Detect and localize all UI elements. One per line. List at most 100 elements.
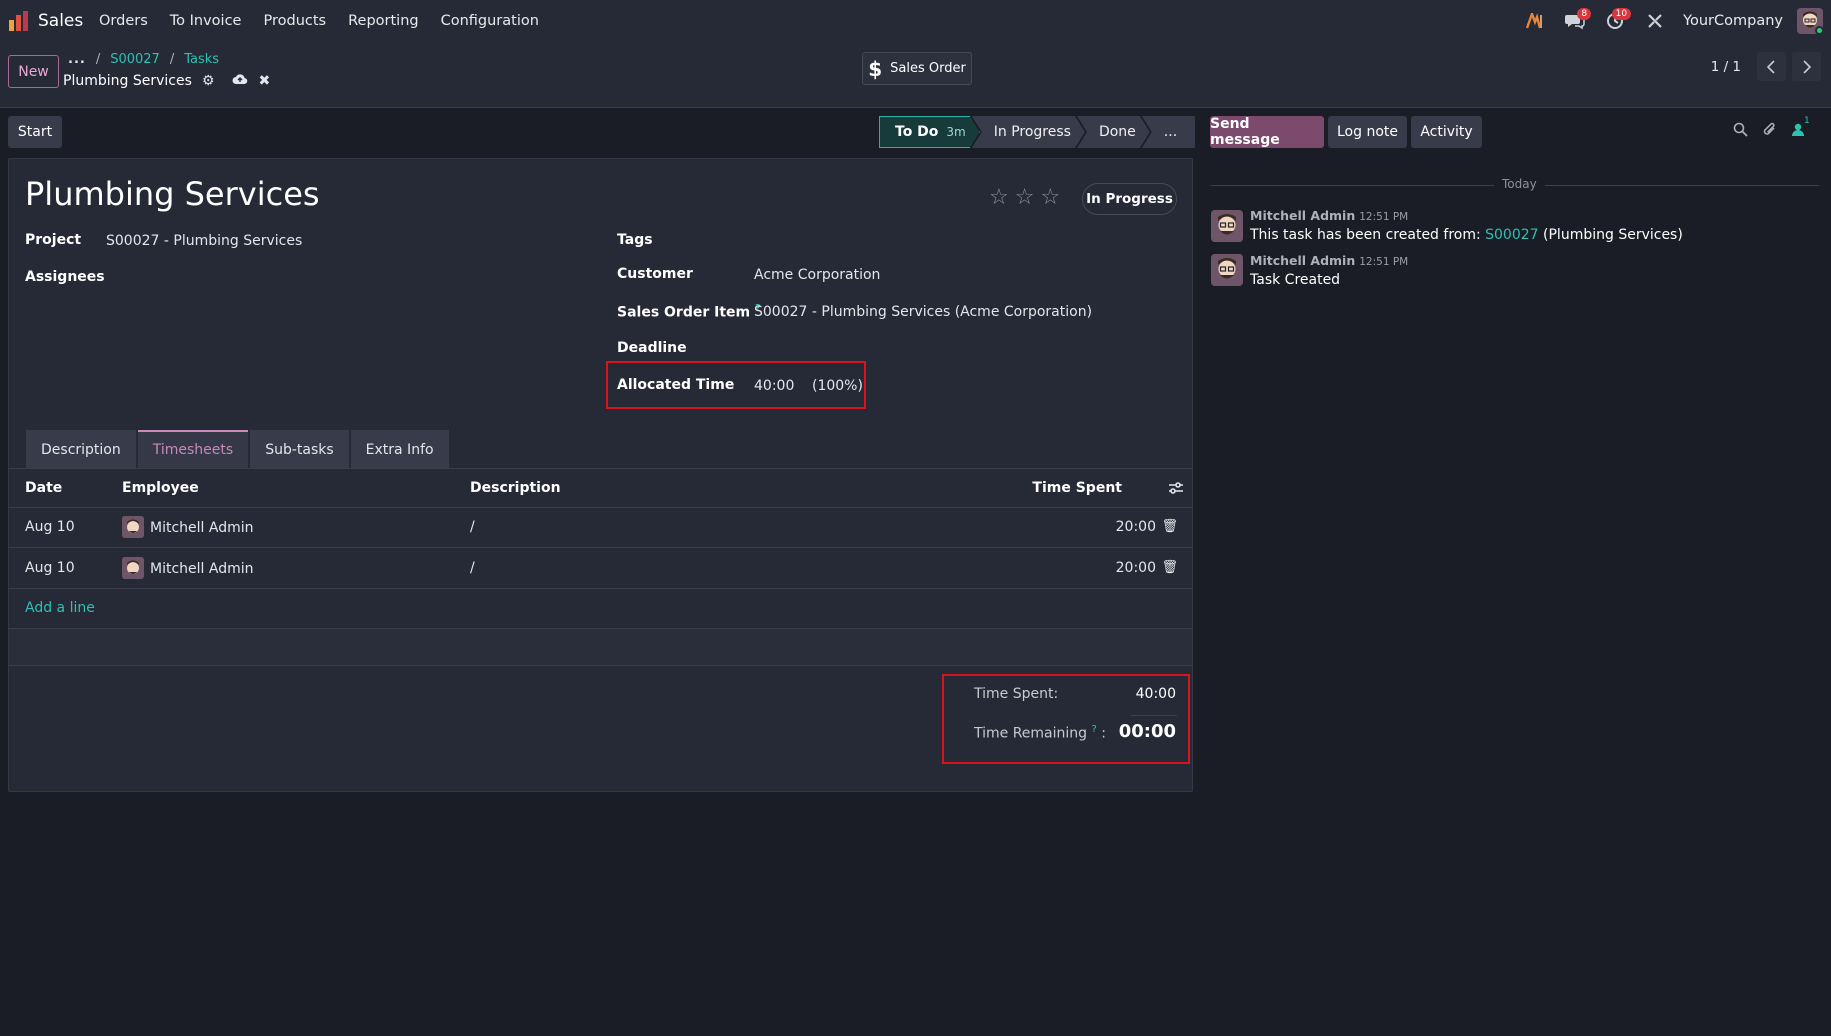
stage-to-do[interactable]: To Do 3m xyxy=(879,116,980,148)
star-icon[interactable]: ☆ xyxy=(989,185,1009,210)
menu-orders[interactable]: Orders xyxy=(99,13,148,29)
debug-tools-icon[interactable] xyxy=(1635,0,1675,42)
timesheet-table-header: Date Employee Description Time Spent xyxy=(9,468,1192,508)
dollar-icon: $ xyxy=(868,56,883,81)
sales-order-item-label: Sales Order Item ? xyxy=(617,303,761,321)
activity-button[interactable]: Activity xyxy=(1411,116,1482,148)
user-avatar[interactable] xyxy=(1797,8,1823,34)
tab-description[interactable]: Description xyxy=(26,430,136,468)
col-employee[interactable]: Employee xyxy=(122,480,199,496)
stage-done[interactable]: Done xyxy=(1077,116,1150,148)
row-date: Aug 10 xyxy=(25,519,75,535)
sales-app-icon[interactable] xyxy=(8,10,30,32)
task-title[interactable]: Plumbing Services xyxy=(25,175,320,213)
followers-icon[interactable]: 1 xyxy=(1791,116,1810,141)
star-icon[interactable]: ☆ xyxy=(1040,185,1060,210)
ai-icon[interactable] xyxy=(1515,0,1555,42)
company-switcher[interactable]: YourCompany xyxy=(1683,13,1783,29)
table-row[interactable]: Aug 10 Mitchell Admin / 20:00 🗑 xyxy=(9,508,1192,548)
allocated-time-label: Allocated Time xyxy=(617,377,735,393)
messages-badge: 8 xyxy=(1577,8,1592,20)
project-field[interactable]: S00027 - Plumbing Services xyxy=(106,233,302,249)
employee-avatar xyxy=(122,516,144,538)
send-message-button[interactable]: Send message xyxy=(1210,116,1324,148)
cloud-upload-icon[interactable] xyxy=(232,73,248,89)
row-time-spent: 20:00 xyxy=(1115,560,1156,576)
totals-divider xyxy=(1131,715,1177,716)
sales-order-item-field[interactable]: S00027 - Plumbing Services (Acme Corpora… xyxy=(754,304,1092,320)
message-body: Task Created xyxy=(1250,272,1341,288)
messages-icon[interactable]: 8 xyxy=(1555,0,1595,42)
col-description[interactable]: Description xyxy=(470,480,561,496)
record-title-bar: Plumbing Services ⚙ ✖ xyxy=(63,73,270,89)
record-name: Plumbing Services xyxy=(63,73,192,89)
tab-extra-info[interactable]: Extra Info xyxy=(350,430,449,468)
app-name[interactable]: Sales xyxy=(38,11,83,31)
new-button[interactable]: New xyxy=(8,55,59,88)
tab-timesheets[interactable]: Timesheets xyxy=(137,430,249,468)
menu-to-invoice[interactable]: To Invoice xyxy=(170,13,242,29)
help-icon[interactable]: ? xyxy=(1092,724,1097,735)
main-menu: Orders To Invoice Products Reporting Con… xyxy=(99,13,539,29)
time-spent-total-value: 40:00 xyxy=(1135,686,1176,702)
start-timer-button[interactable]: Start xyxy=(8,116,62,148)
breadcrumb-sales-order[interactable]: S00027 xyxy=(110,52,160,67)
trash-icon[interactable]: 🗑 xyxy=(1161,560,1178,575)
message-author-avatar[interactable] xyxy=(1211,254,1243,286)
project-label: Project xyxy=(25,232,82,248)
star-icon[interactable]: ☆ xyxy=(1015,185,1035,210)
row-description: / xyxy=(470,560,475,576)
col-time-spent[interactable]: Time Spent xyxy=(1032,480,1122,496)
paperclip-icon[interactable] xyxy=(1762,122,1777,141)
customer-field[interactable]: Acme Corporation xyxy=(754,267,880,283)
trash-icon[interactable]: 🗑 xyxy=(1161,519,1178,534)
message-author-name[interactable]: Mitchell Admin xyxy=(1250,208,1355,223)
breadcrumb-more[interactable]: ... xyxy=(68,52,86,67)
online-status-dot xyxy=(1815,26,1823,34)
next-record-icon[interactable] xyxy=(1792,52,1821,81)
tab-sub-tasks[interactable]: Sub-tasks xyxy=(250,430,349,468)
activities-badge: 10 xyxy=(1611,8,1632,20)
message-body: This task has been created from: S00027 … xyxy=(1250,227,1683,243)
time-spent-total-label: Time Spent: xyxy=(974,686,1059,702)
add-a-line-link[interactable]: Add a line xyxy=(25,600,95,616)
message-author: Mitchell Admin 12:51 PM xyxy=(1250,253,1408,268)
stage-duration: 3m xyxy=(946,125,966,139)
stage-statusbar: To Do 3m In Progress Done ... xyxy=(879,116,1196,148)
message-text: This task has been created from: xyxy=(1250,227,1486,243)
stage-more[interactable]: ... xyxy=(1141,116,1196,148)
notebook-tabs: Description Timesheets Sub-tasks Extra I… xyxy=(26,430,451,468)
sales-order-smart-button[interactable]: $ Sales Order xyxy=(862,52,972,85)
stage-in-progress[interactable]: In Progress xyxy=(972,116,1085,148)
control-panel: New ... / S00027 / Tasks Plumbing Servic… xyxy=(0,42,1831,108)
row-employee: Mitchell Admin xyxy=(150,561,254,577)
chatter-topbar-icons: 1 xyxy=(1733,116,1810,141)
message-record-link[interactable]: S00027 xyxy=(1485,227,1538,243)
task-state-button[interactable]: In Progress xyxy=(1082,183,1177,215)
date-separator: Today xyxy=(1494,177,1545,191)
allocated-time-percent: (100%) xyxy=(812,378,863,394)
navbar-systray: 8 10 YourCompany xyxy=(1515,0,1823,42)
menu-reporting[interactable]: Reporting xyxy=(348,13,419,29)
pager-value[interactable]: 1 / 1 xyxy=(1711,59,1741,75)
previous-record-icon[interactable] xyxy=(1757,52,1786,81)
message-author-name[interactable]: Mitchell Admin xyxy=(1250,253,1355,268)
table-row[interactable]: Aug 10 Mitchell Admin / 20:00 🗑 xyxy=(9,549,1192,589)
menu-products[interactable]: Products xyxy=(263,13,326,29)
activities-clock-icon[interactable]: 10 xyxy=(1595,0,1635,42)
breadcrumb-tasks[interactable]: Tasks xyxy=(184,52,219,67)
column-settings-icon[interactable] xyxy=(1168,481,1184,499)
allocated-time-field[interactable]: 40:00 xyxy=(754,378,794,394)
log-note-button[interactable]: Log note xyxy=(1328,116,1407,148)
gear-icon[interactable]: ⚙ xyxy=(202,73,215,89)
top-navbar: Sales Orders To Invoice Products Reporti… xyxy=(0,0,1831,42)
col-date[interactable]: Date xyxy=(25,480,62,496)
message-time: 12:51 PM xyxy=(1359,256,1409,268)
message-text-suffix: (Plumbing Services) xyxy=(1538,227,1683,243)
message-author-avatar[interactable] xyxy=(1211,210,1243,242)
menu-configuration[interactable]: Configuration xyxy=(441,13,539,29)
discard-icon[interactable]: ✖ xyxy=(258,73,270,89)
table-footer-row xyxy=(9,628,1192,666)
search-icon[interactable] xyxy=(1733,122,1748,141)
customer-label: Customer xyxy=(617,266,693,282)
